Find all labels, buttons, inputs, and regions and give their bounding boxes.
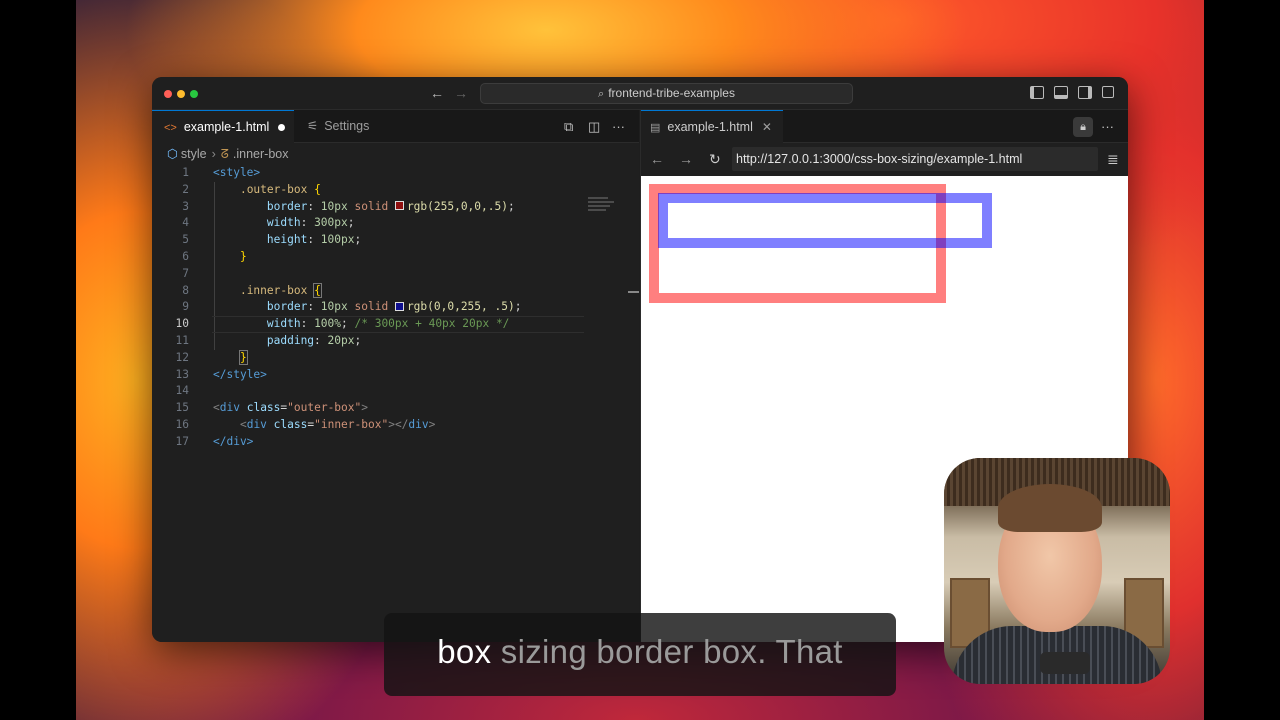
breadcrumb: ⬡ style › ᘔ .inner-box bbox=[152, 143, 639, 165]
split-editor-icon[interactable]: ◫ bbox=[588, 119, 600, 135]
title-bar: ← → ⌕ frontend-tribe-examples bbox=[152, 77, 1128, 110]
more-icon[interactable]: ··· bbox=[612, 119, 625, 134]
code-line: 1 <style> bbox=[182, 166, 261, 179]
close-icon[interactable]: ✕ bbox=[762, 120, 772, 134]
toggle-secondary-sidebar-icon[interactable] bbox=[1078, 86, 1092, 99]
settings-icon: ⚟ bbox=[307, 119, 319, 133]
scrollbar-marker[interactable] bbox=[628, 291, 639, 293]
forward-arrow-icon[interactable]: → bbox=[679, 151, 693, 167]
tab-browser-example-1[interactable]: ▤ example-1.html ✕ bbox=[641, 110, 783, 143]
editor-pane: <> example-1.html ⚟ Settings ⧉ ◫ ··· ⬡ styl… bbox=[152, 110, 639, 642]
color-swatch-blue[interactable] bbox=[394, 301, 404, 311]
code-line: 12 } bbox=[175, 349, 248, 365]
code-line: 11 padding: 20px; bbox=[175, 333, 362, 347]
code-line: 14 bbox=[175, 384, 189, 398]
tab-settings[interactable]: ⚟ Settings bbox=[295, 110, 403, 143]
reload-icon[interactable]: ↻ bbox=[709, 151, 721, 168]
browser-tab-icon: ▤ bbox=[650, 122, 661, 134]
minimap[interactable] bbox=[588, 197, 614, 217]
tab-label: example-1.html bbox=[183, 120, 270, 134]
color-swatch-red[interactable] bbox=[394, 201, 404, 211]
code-line: 4 width: 300px; bbox=[182, 216, 355, 230]
url-input[interactable]: http://127.0.0.1:3000/css-box-sizing/exa… bbox=[732, 147, 1098, 171]
code-line: 13 </style> bbox=[175, 367, 267, 381]
unsaved-dot-icon bbox=[278, 124, 286, 132]
code-line: 8 .inner-box { bbox=[182, 282, 322, 298]
html-file-icon: <> bbox=[164, 122, 177, 134]
close-window-button[interactable] bbox=[164, 90, 172, 98]
minimize-window-button[interactable] bbox=[177, 90, 185, 98]
inner-box bbox=[658, 193, 992, 248]
toggle-panel-icon[interactable] bbox=[1054, 86, 1068, 99]
code-line-current: 10 width: 100%; /* 300px + 40px 20px */ bbox=[152, 316, 639, 333]
presenter-hair bbox=[998, 484, 1102, 532]
code-editor[interactable]: 1 <style> 2 .outer-box { 3 border: 10px s… bbox=[152, 165, 639, 465]
subtitle-caption: box sizing border box. That bbox=[384, 613, 896, 696]
editor-tab-bar: <> example-1.html ⚟ Settings ⧉ ◫ ··· bbox=[152, 110, 639, 143]
forward-arrow-icon[interactable]: → bbox=[454, 85, 468, 101]
code-line: 5 height: 100px; bbox=[182, 233, 362, 247]
search-icon: ⌕ bbox=[598, 88, 605, 100]
code-line: 6 } bbox=[182, 249, 247, 263]
toggle-sidebar-icon[interactable] bbox=[1030, 86, 1044, 99]
back-arrow-icon[interactable]: ← bbox=[650, 151, 664, 167]
more-icon[interactable]: ··· bbox=[1101, 119, 1114, 134]
code-line: 7 bbox=[182, 266, 189, 280]
code-line: 3 border: 10px solid rgb(255,0,0,.5); bbox=[182, 199, 515, 213]
breadcrumb-item-style[interactable]: style bbox=[181, 147, 207, 161]
code-line: 17 </div> bbox=[175, 434, 254, 448]
symbol-icon: ⬡ bbox=[167, 147, 178, 161]
caption-text: box sizing border box. That bbox=[437, 633, 843, 670]
selector-icon: ᘔ bbox=[220, 147, 229, 161]
code-line: 16 <div class="inner-box"></div> bbox=[175, 417, 436, 431]
chevron-right-icon: › bbox=[211, 147, 216, 161]
microphone bbox=[1040, 652, 1090, 674]
code-line: 9 border: 10px solid rgb(0,0,255, .5); bbox=[182, 300, 522, 314]
browser-toolbar: ← → ↻ http://127.0.0.1:3000/css-box-sizi… bbox=[641, 143, 1128, 176]
browser-tab-bar: ▤ example-1.html ✕ 🔒︎ ··· bbox=[641, 110, 1128, 143]
customize-layout-icon[interactable] bbox=[1102, 86, 1114, 98]
code-line: 15 <div class="outer-box"> bbox=[175, 401, 368, 415]
workspace-name: frontend-tribe-examples bbox=[608, 86, 735, 100]
open-preview-icon[interactable]: ⧉ bbox=[564, 119, 573, 135]
breadcrumb-item-inner-box[interactable]: .inner-box bbox=[233, 147, 289, 161]
maximize-window-button[interactable] bbox=[190, 90, 198, 98]
tab-label: Settings bbox=[324, 119, 370, 133]
lock-icon[interactable]: 🔒︎ bbox=[1073, 117, 1093, 137]
back-arrow-icon[interactable]: ← bbox=[430, 85, 444, 101]
command-center[interactable]: ⌕ frontend-tribe-examples bbox=[480, 83, 853, 104]
menu-icon[interactable]: ≣ bbox=[1107, 151, 1119, 168]
tab-label: example-1.html bbox=[667, 120, 753, 134]
webcam-overlay bbox=[944, 458, 1170, 684]
tab-example-1-html[interactable]: <> example-1.html bbox=[152, 110, 294, 143]
code-line: 2 .outer-box { bbox=[182, 182, 321, 196]
